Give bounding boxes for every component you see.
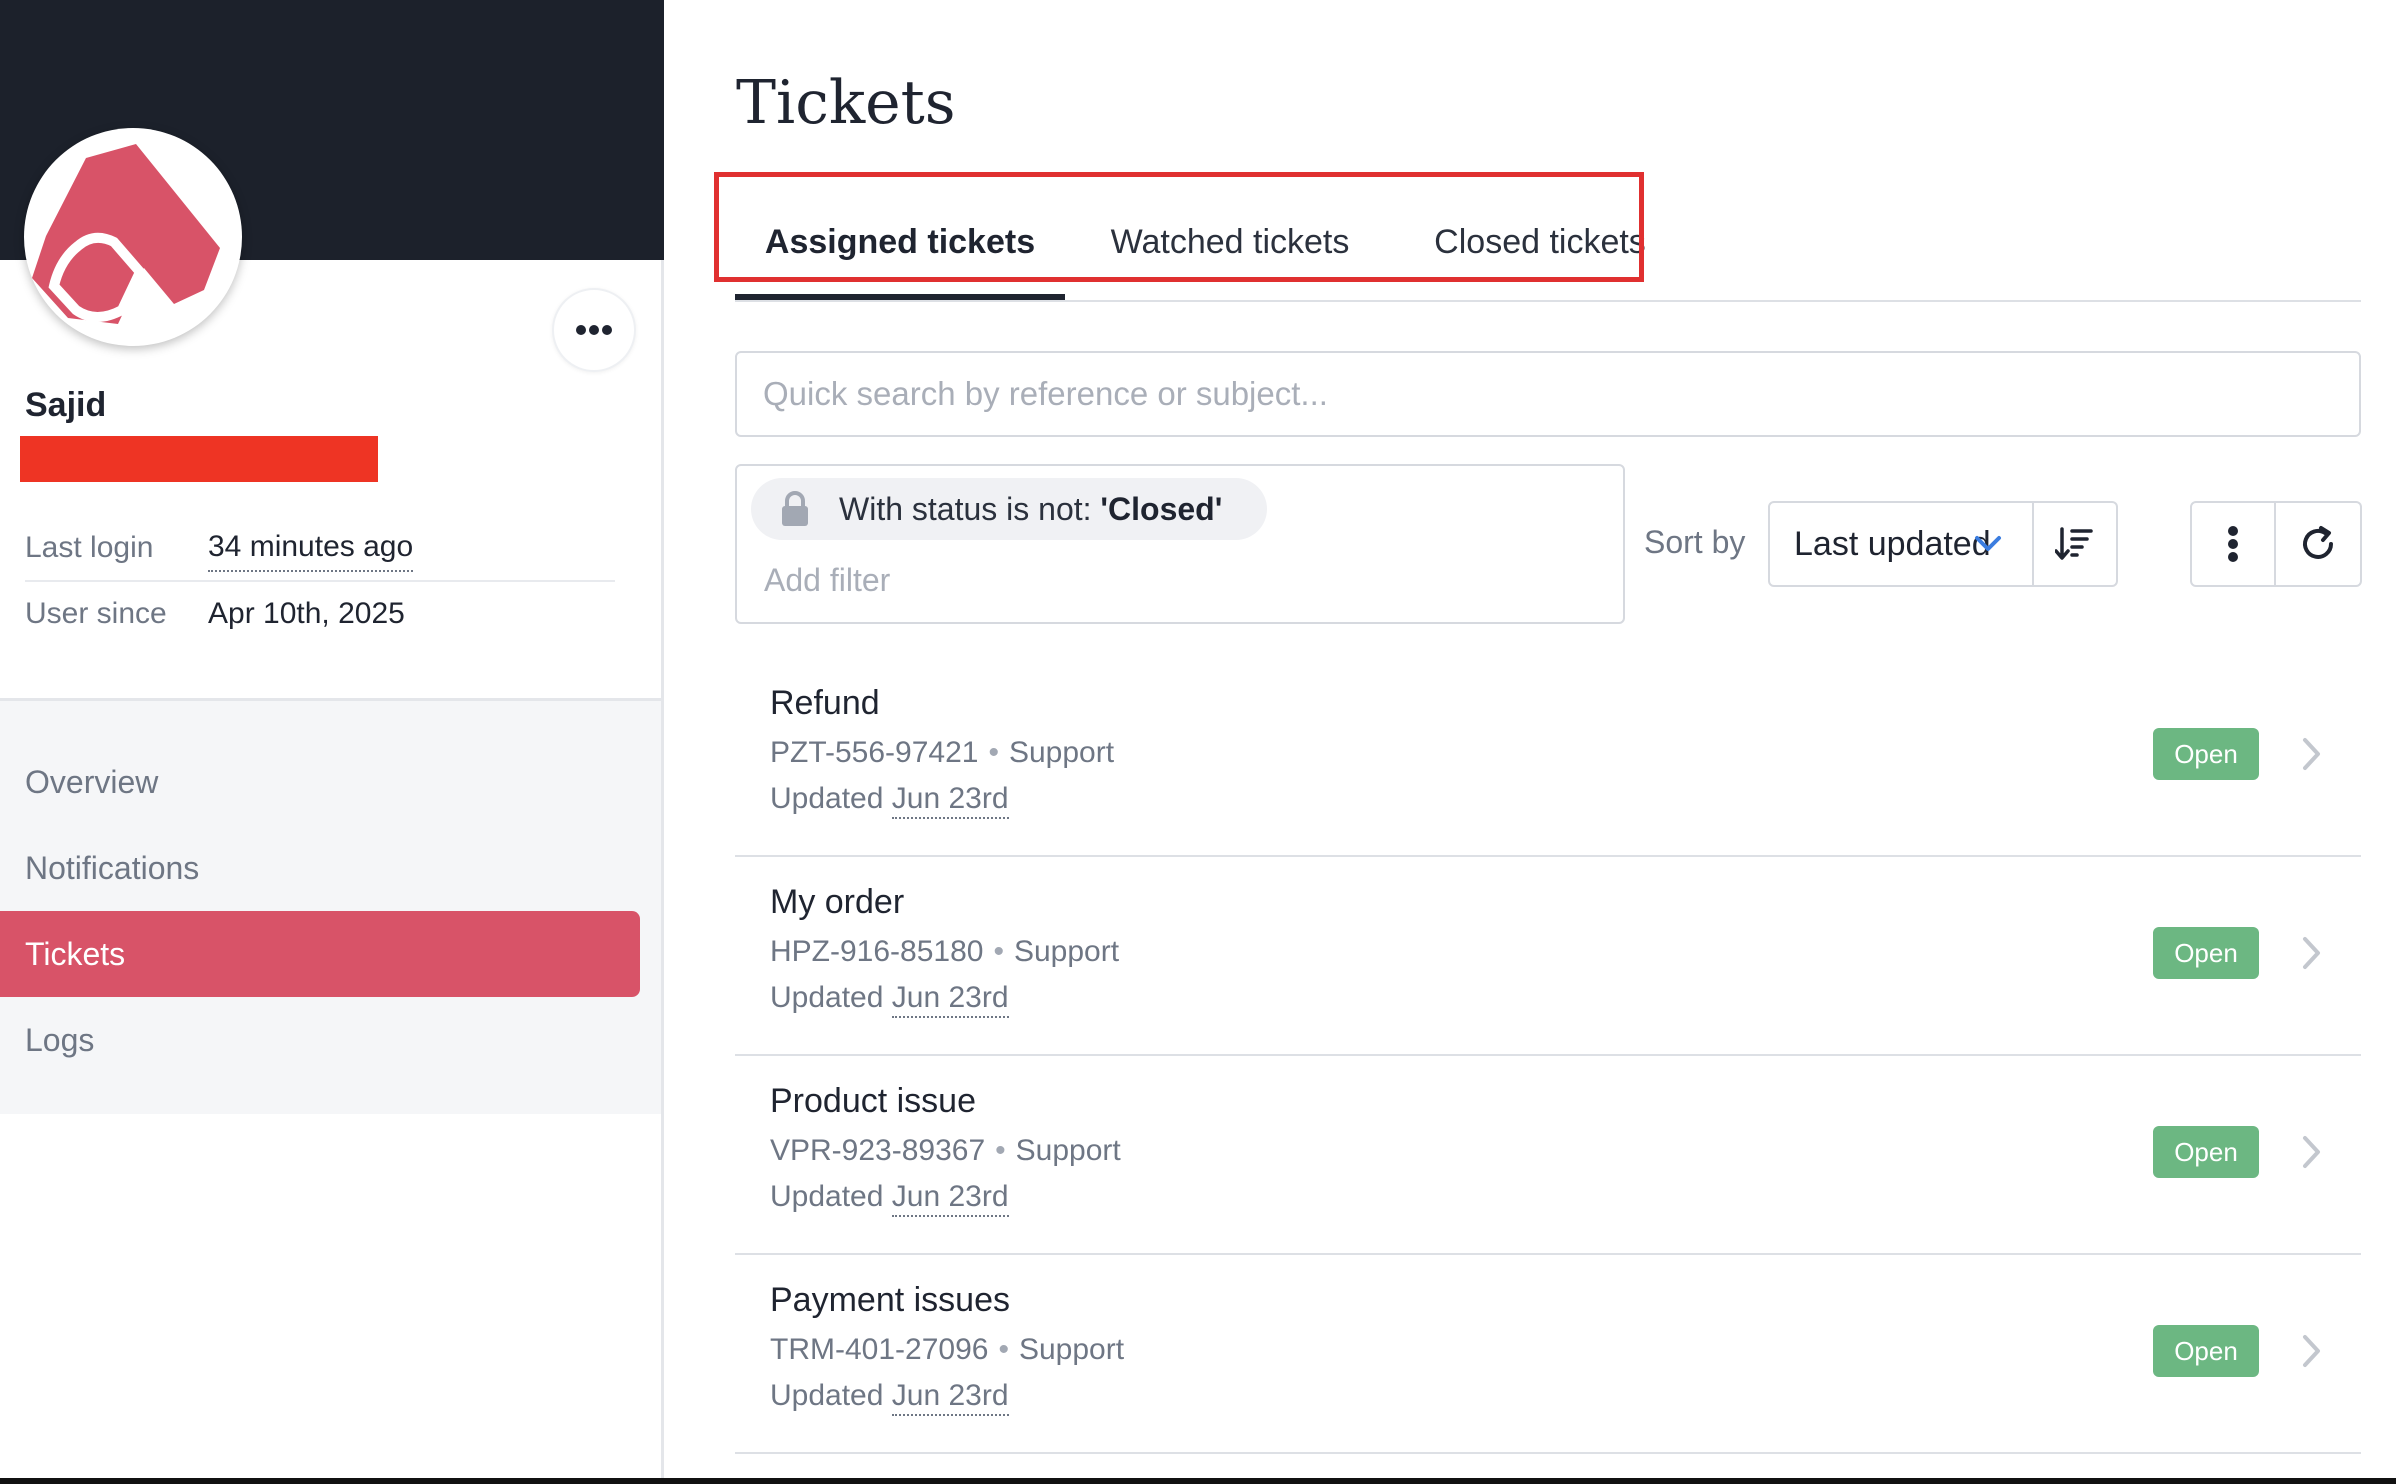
ticket-row[interactable]: Refund PZT-556-97421 • Support Updated Jun…: [735, 658, 2361, 857]
tabs-highlight-annotation: [714, 172, 1644, 282]
ticket-updated: Updated Jun 23rd: [770, 1180, 1009, 1217]
updated-label: Updated: [770, 1379, 884, 1412]
more-actions-button[interactable]: [2190, 501, 2276, 587]
chevron-right-icon[interactable]: [2301, 935, 2323, 971]
sidebar-item-notifications[interactable]: Notifications: [0, 825, 640, 911]
updated-label: Updated: [770, 1180, 884, 1213]
user-since-label: User since: [25, 597, 167, 630]
sort-descending-icon: [2055, 527, 2093, 560]
filter-panel[interactable]: With status is not: 'Closed' Add filter: [735, 464, 1625, 624]
ticket-meta: VPR-923-89367 • Support: [770, 1134, 1121, 1167]
chevron-right-icon[interactable]: [2301, 736, 2323, 772]
status-badge: Open: [2153, 1325, 2259, 1377]
ticket-row[interactable]: Payment issues TRM-401-27096 • Support Upd…: [735, 1255, 2361, 1454]
chevron-down-icon: [1975, 536, 2001, 551]
user-since-row: User since Apr 10th, 2025: [25, 582, 615, 646]
updated-label: Updated: [770, 981, 884, 1014]
sort-selected-value: Last updated: [1794, 524, 1991, 563]
ticket-team: Support: [1015, 1134, 1121, 1167]
ticket-subject[interactable]: My order: [770, 883, 904, 922]
ticket-meta: PZT-556-97421 • Support: [770, 736, 1115, 769]
ellipsis-icon: [576, 325, 612, 335]
updated-date: Jun 23rd: [891, 981, 1009, 1018]
sidebar-nav: Overview Notifications Tickets Logs: [0, 698, 661, 1114]
ticket-updated: Updated Jun 23rd: [770, 782, 1009, 819]
ticket-team: Support: [1013, 935, 1120, 968]
redaction-bar: [20, 436, 378, 482]
sort-direction-button[interactable]: [2032, 501, 2118, 587]
status-badge: Open: [2153, 927, 2259, 979]
ticket-subject[interactable]: Product issue: [770, 1082, 976, 1121]
refresh-button[interactable]: [2276, 501, 2362, 587]
status-badge: Open: [2153, 728, 2259, 780]
brand-logo-icon: [32, 144, 220, 324]
ticket-team: Support: [1018, 1333, 1125, 1366]
profile-sidebar: Sajid n Last login 34 minutes ago User s…: [0, 0, 664, 1484]
ticket-team: Support: [1008, 736, 1115, 769]
chevron-right-icon[interactable]: [2301, 1134, 2323, 1170]
updated-label: Updated: [770, 782, 884, 815]
ticket-subject[interactable]: Payment issues: [770, 1281, 1010, 1320]
ticket-row[interactable]: Product issue VPR-923-89367 • Support Upda…: [735, 1056, 2361, 1255]
main-content: Tickets Assigned tickets Watched tickets…: [664, 0, 2396, 1484]
ticket-search-input[interactable]: Quick search by reference or subject...: [735, 351, 2361, 437]
filter-value: 'Closed': [1100, 490, 1223, 527]
ticket-reference: TRM-401-27096: [770, 1333, 989, 1366]
ticket-meta: HPZ-916-85180 • Support: [770, 935, 1120, 968]
ticket-updated: Updated Jun 23rd: [770, 981, 1009, 1018]
more-options-button[interactable]: [552, 288, 636, 372]
lock-icon: [782, 491, 808, 526]
sidebar-item-logs[interactable]: Logs: [0, 997, 640, 1083]
sort-label: Sort by: [1644, 524, 1746, 560]
updated-date: Jun 23rd: [891, 1180, 1009, 1217]
status-badge: Open: [2153, 1126, 2259, 1178]
refresh-icon: [2303, 526, 2333, 559]
ticket-updated: Updated Jun 23rd: [770, 1379, 1009, 1416]
last-login-label: Last login: [25, 531, 154, 564]
ticket-subject[interactable]: Refund: [770, 684, 880, 723]
last-login-value: 34 minutes ago: [208, 524, 414, 572]
vertical-ellipsis-icon: [2228, 526, 2238, 562]
sort-select[interactable]: Last updated: [1768, 501, 2034, 587]
filter-prefix: With status is not:: [839, 490, 1101, 527]
user-email[interactable]: n: [20, 434, 378, 482]
status-filter-text: With status is not: 'Closed': [839, 491, 1222, 528]
avatar[interactable]: [24, 128, 242, 346]
ticket-row[interactable]: My order HPZ-916-85180 • Support Updated J…: [735, 857, 2361, 1056]
add-filter-input[interactable]: Add filter: [764, 562, 890, 599]
ticket-meta: TRM-401-27096 • Support: [770, 1333, 1125, 1366]
user-name: Sajid: [25, 386, 107, 424]
ticket-reference: VPR-923-89367: [770, 1134, 986, 1167]
sidebar-item-tickets[interactable]: Tickets: [0, 911, 640, 997]
page-title: Tickets: [736, 68, 956, 138]
last-login-row: Last login 34 minutes ago: [25, 516, 615, 582]
user-since-value: Apr 10th, 2025: [208, 597, 405, 630]
ticket-reference: HPZ-916-85180: [770, 935, 984, 968]
window-bottom-edge: [0, 1478, 2396, 1484]
sidebar-item-overview[interactable]: Overview: [0, 739, 640, 825]
updated-date: Jun 23rd: [891, 1379, 1009, 1416]
chevron-right-icon[interactable]: [2301, 1333, 2323, 1369]
updated-date: Jun 23rd: [891, 782, 1009, 819]
status-filter-chip[interactable]: With status is not: 'Closed': [751, 478, 1267, 540]
ticket-reference: PZT-556-97421: [770, 736, 979, 769]
